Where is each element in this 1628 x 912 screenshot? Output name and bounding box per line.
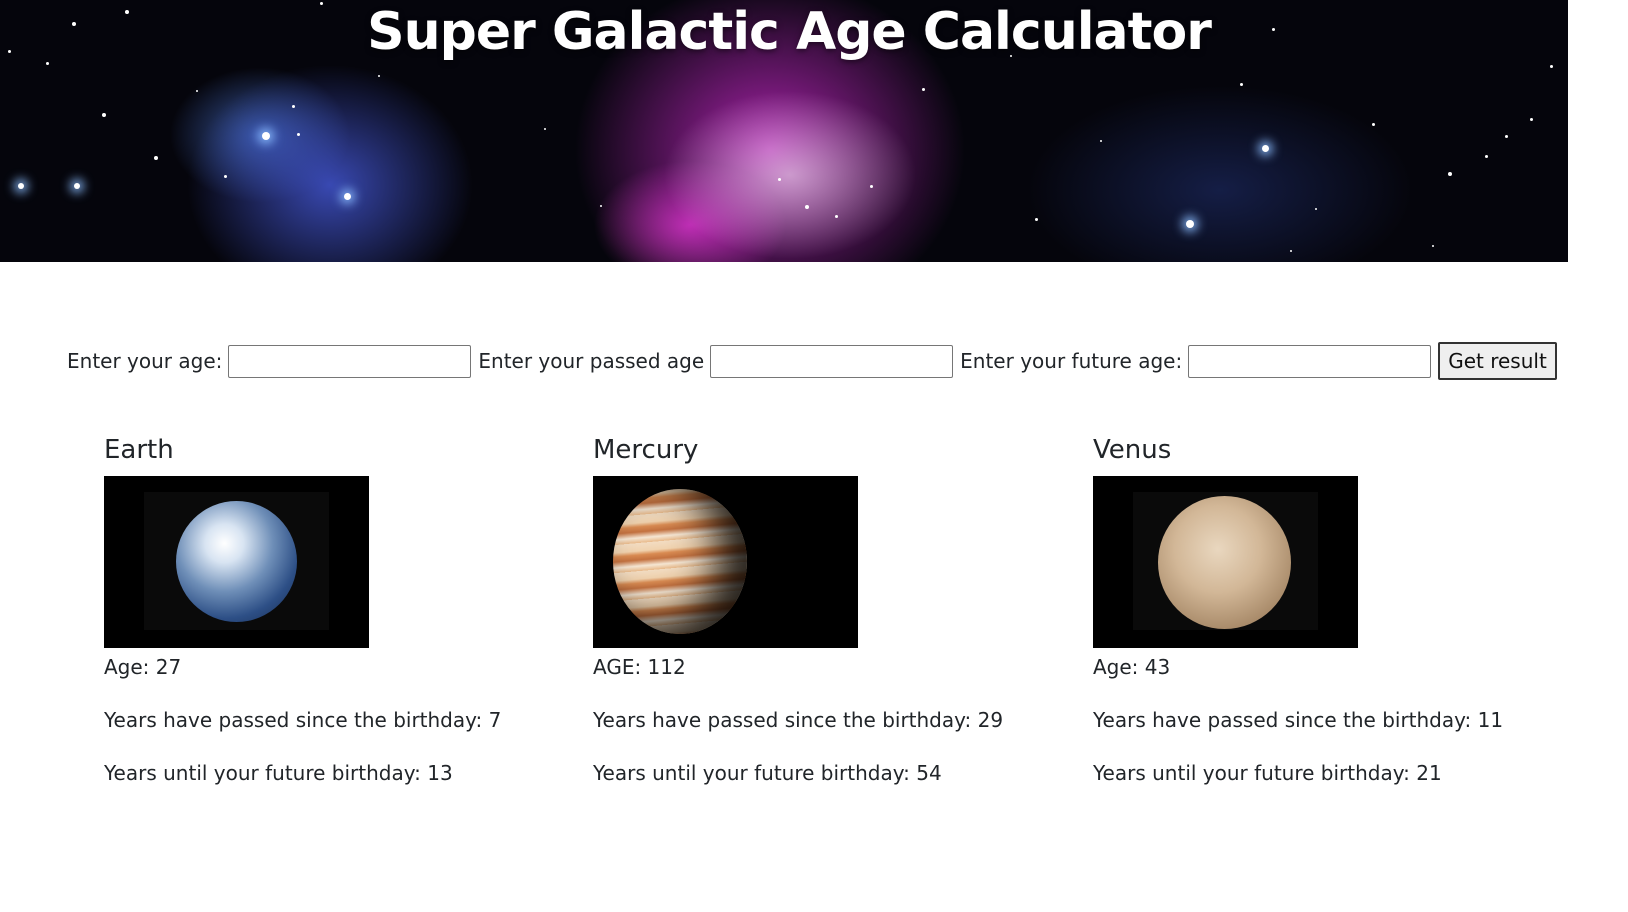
jupiter-like-image [593,476,858,648]
planet-card-mercury: Mercury AGE: 112 Years have passed since… [593,432,1013,788]
years-until-future: Years until your future birthday: 13 [104,761,453,785]
future-age-input[interactable] [1188,344,1432,378]
years-until-future: Years until your future birthday: 54 [593,761,942,785]
future-age-label: Enter your future age: [960,349,1183,373]
get-result-button[interactable]: Get result [1438,342,1557,380]
years-passed: Years have passed since the birthday: 11 [1093,708,1504,732]
planet-age: Age: 43 [1093,655,1171,679]
planet-name: Earth [104,435,174,465]
planet-age: AGE: 112 [593,655,686,679]
earth-image [104,476,369,648]
page-title: Super Galactic Age Calculator [367,2,1212,62]
age-input[interactable] [228,344,472,378]
planet-name: Venus [1093,435,1172,465]
passed-age-input[interactable] [710,344,954,378]
years-passed: Years have passed since the birthday: 7 [104,708,502,732]
planet-age: Age: 27 [104,655,182,679]
age-form: Enter your age: Enter your passed age En… [67,342,1557,380]
age-label: Enter your age: [67,349,223,373]
mars-like-image [1093,476,1358,648]
planet-card-earth: Earth Age: 27 Years have passed since th… [104,432,524,788]
planet-name: Mercury [593,435,699,465]
hero-banner: Super Galactic Age Calculator [0,0,1568,262]
years-until-future: Years until your future birthday: 21 [1093,761,1442,785]
passed-age-label: Enter your passed age [478,349,705,373]
years-passed: Years have passed since the birthday: 29 [593,708,1004,732]
planet-card-venus: Venus Age: 43 Years have passed since th… [1093,432,1513,788]
